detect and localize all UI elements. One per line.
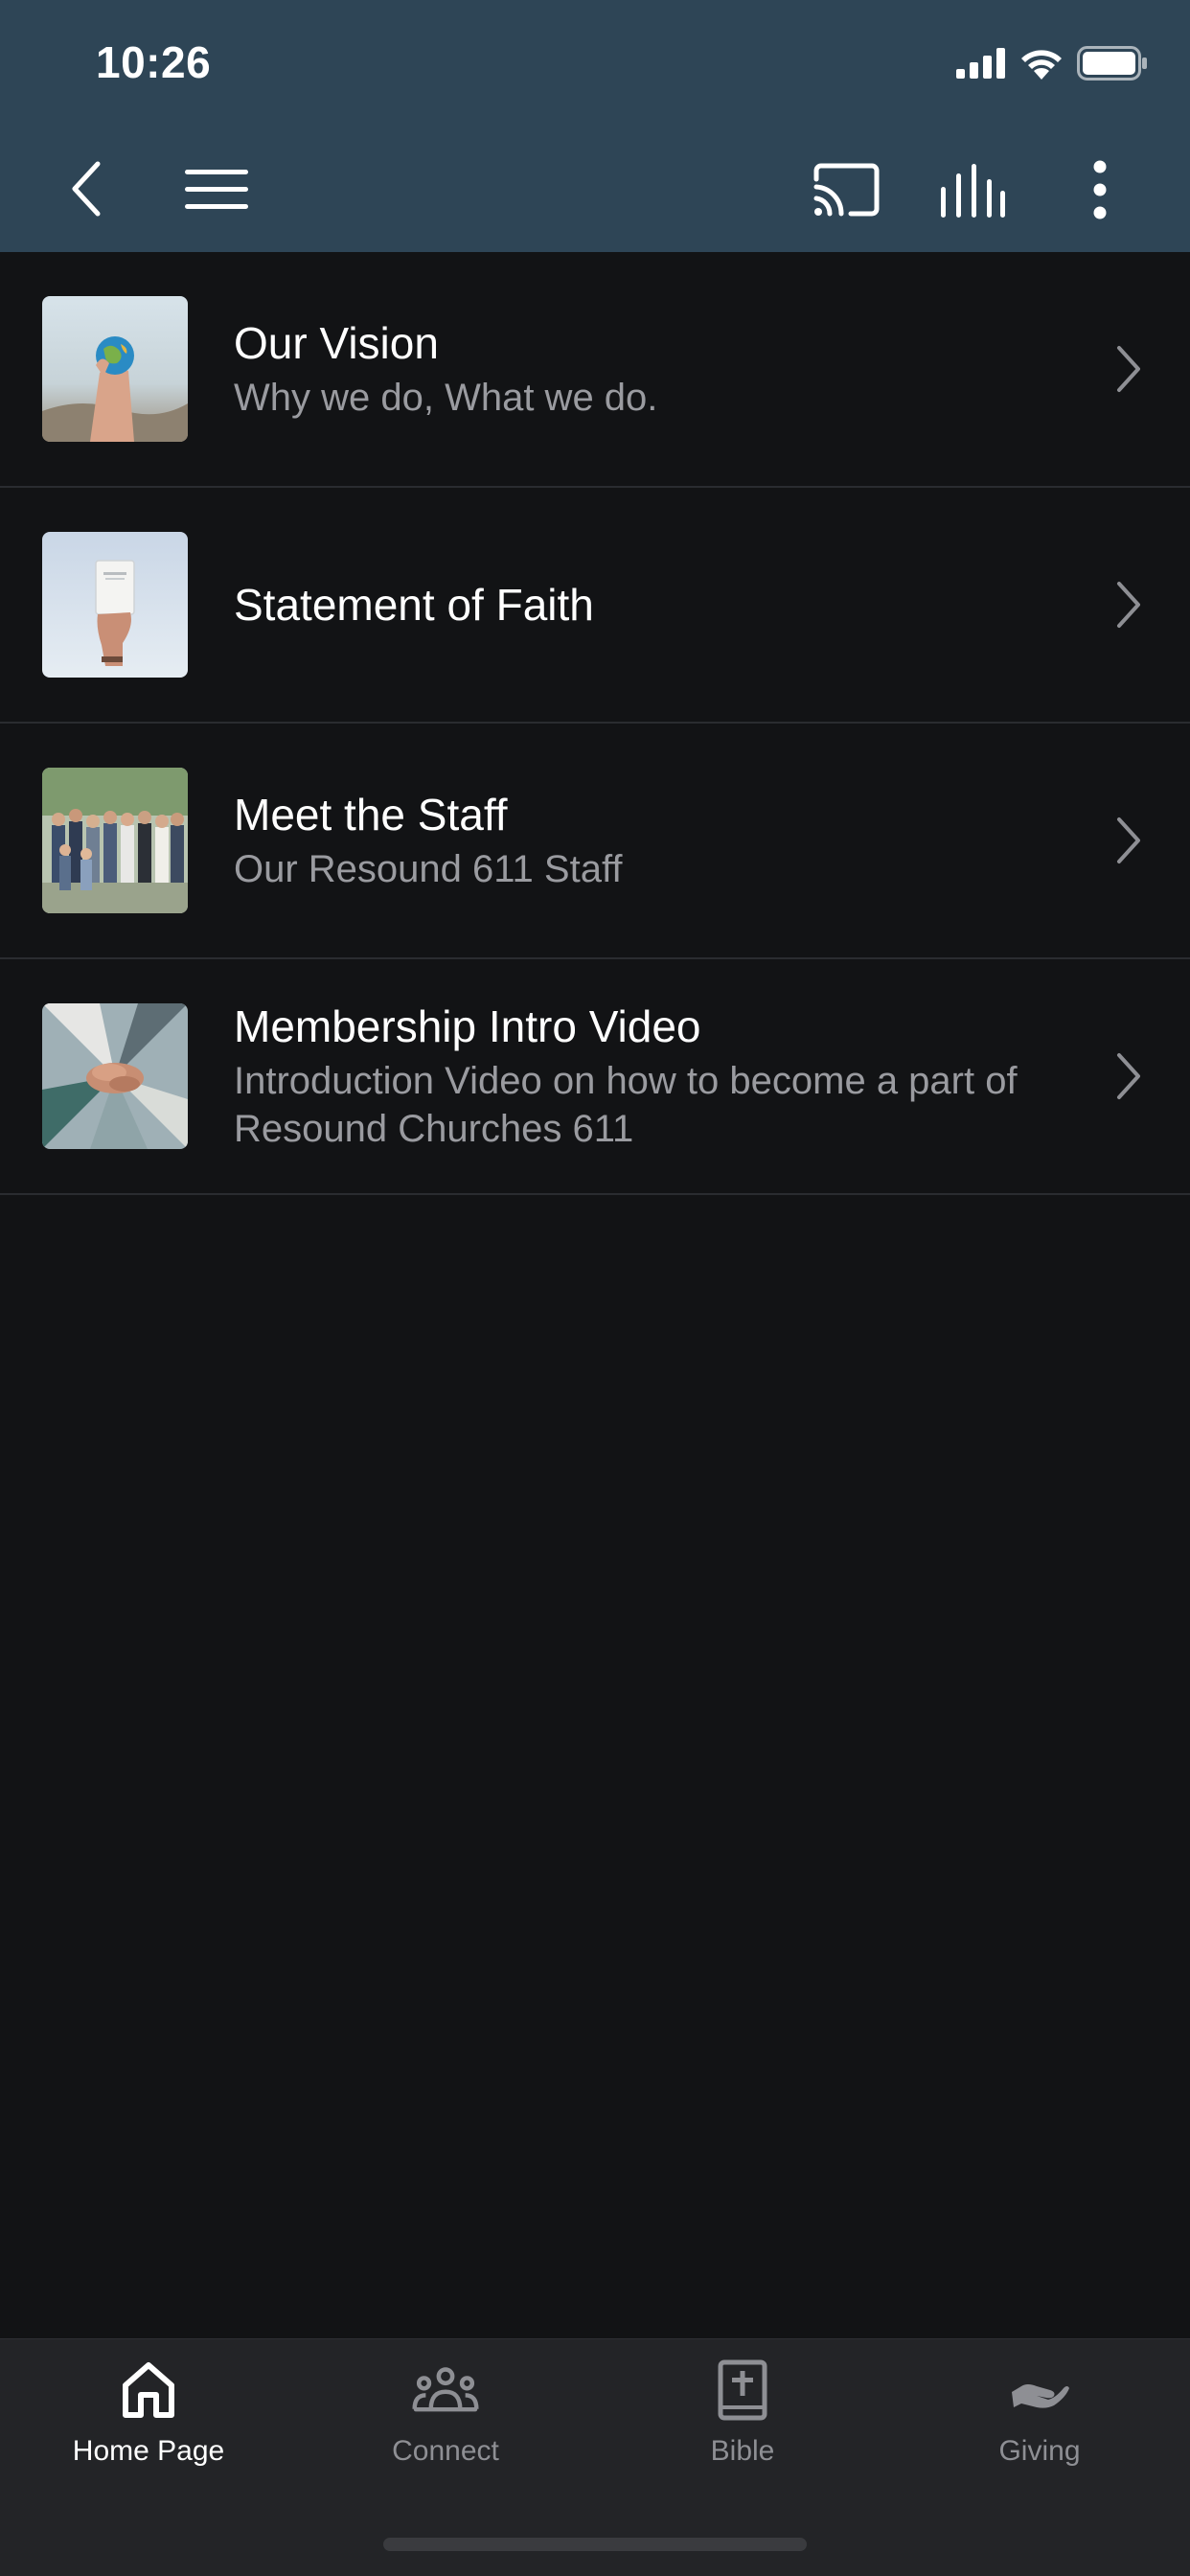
content-list: Our Vision Why we do, What we do. Statem… [0, 252, 1190, 1195]
row-subtitle: Our Resound 611 Staff [234, 848, 623, 890]
thumbnail-hand-holding-bible [42, 532, 188, 678]
home-icon [115, 2357, 182, 2424]
list-item-statement-of-faith[interactable]: Statement of Faith [0, 488, 1190, 724]
row-text: Statement of Faith [234, 578, 1075, 632]
row-title: Meet the Staff [234, 790, 508, 840]
row-subtitle: Why we do, What we do. [234, 377, 658, 419]
status-time: 10:26 [96, 37, 212, 87]
chevron-right-icon [1113, 814, 1144, 867]
chevron-right-icon [1113, 578, 1144, 632]
chevron-right-icon [1113, 342, 1144, 396]
list-item-membership-intro-video[interactable]: Membership Intro Video Introduction Vide… [0, 959, 1190, 1195]
chevron-left-icon [67, 160, 105, 218]
tab-home-page[interactable]: Home Page [0, 2357, 297, 2500]
thumbnail-staff-group-photo [42, 768, 188, 913]
status-icons [956, 45, 1148, 85]
giving-hand-icon [1006, 2357, 1073, 2424]
row-text: Our Vision Why we do, What we do. [234, 316, 1075, 422]
row-text: Membership Intro Video Introduction Vide… [234, 1000, 1075, 1153]
bible-icon [709, 2357, 776, 2424]
row-subtitle: Introduction Video on how to become a pa… [234, 1060, 1018, 1150]
menu-button[interactable] [178, 161, 255, 218]
tab-giving[interactable]: Giving [891, 2357, 1188, 2500]
tab-label: Home Page [72, 2435, 225, 2467]
more-button[interactable] [1081, 155, 1119, 224]
screen: 10:26 Our Vision Why we do, What we do. … [0, 0, 1190, 2576]
wifi-icon [1019, 47, 1064, 84]
thumbnail-hands-together [42, 1003, 188, 1149]
thumbnail-globe-in-hand [42, 296, 188, 442]
home-indicator [383, 2538, 807, 2551]
tab-label: Bible [710, 2435, 775, 2467]
tab-label: Giving [998, 2435, 1081, 2467]
battery-icon [1077, 45, 1148, 85]
app-header: 10:26 [0, 0, 1190, 252]
audio-bars-icon [939, 162, 1006, 219]
tab-connect[interactable]: Connect [297, 2357, 594, 2500]
row-text: Meet the Staff Our Resound 611 Staff [234, 788, 1075, 893]
hamburger-icon [183, 168, 250, 212]
row-title: Our Vision [234, 318, 439, 368]
more-vertical-icon [1092, 159, 1108, 220]
row-title: Membership Intro Video [234, 1001, 701, 1051]
cast-icon [812, 162, 880, 218]
audio-button[interactable] [937, 159, 1008, 222]
row-title: Statement of Faith [234, 580, 594, 630]
list-item-meet-the-staff[interactable]: Meet the Staff Our Resound 611 Staff [0, 724, 1190, 959]
tab-bible[interactable]: Bible [594, 2357, 891, 2500]
tab-label: Connect [392, 2435, 499, 2467]
people-group-icon [412, 2357, 479, 2424]
cast-button[interactable] [811, 159, 881, 220]
chevron-right-icon [1113, 1049, 1144, 1103]
back-button[interactable] [57, 153, 115, 224]
list-item-our-vision[interactable]: Our Vision Why we do, What we do. [0, 252, 1190, 488]
signal-icon [956, 47, 1006, 83]
